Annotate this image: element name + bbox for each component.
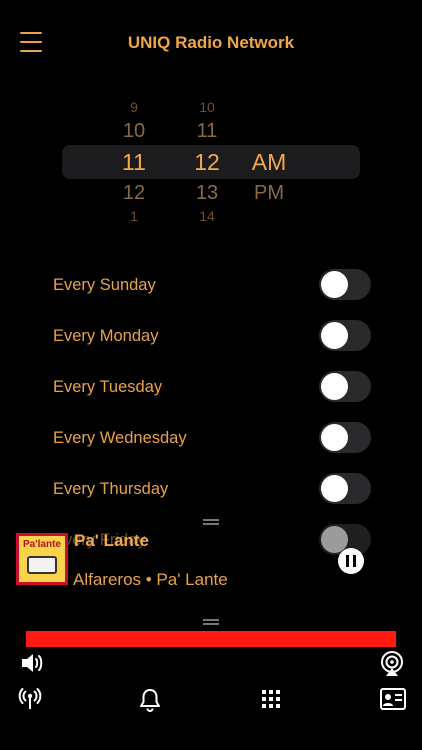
- playback-progress-bar[interactable]: [26, 631, 396, 647]
- player-grabber-lower[interactable]: [203, 619, 219, 625]
- bus-icon: [27, 556, 57, 574]
- hour-option[interactable]: 12: [114, 182, 154, 205]
- hour-option[interactable]: 1: [114, 208, 154, 224]
- airplay-icon[interactable]: [378, 650, 406, 678]
- day-label: Every Thursday: [53, 480, 169, 498]
- hour-option[interactable]: 9: [114, 99, 154, 115]
- bell-icon[interactable]: [139, 688, 161, 712]
- minute-option[interactable]: 10: [187, 99, 227, 115]
- day-label: Every Monday: [53, 327, 159, 345]
- speaker-icon[interactable]: [19, 651, 45, 675]
- grid-icon[interactable]: [262, 690, 280, 708]
- day-label: Every Sunday: [53, 276, 156, 294]
- toggle-knob: [321, 322, 348, 349]
- sunday-toggle[interactable]: [319, 269, 371, 300]
- app-title: UNIQ Radio Network: [127, 33, 295, 52]
- album-artwork: Pa'lante: [16, 533, 68, 585]
- toggle-knob: [321, 373, 348, 400]
- tuesday-toggle[interactable]: [319, 371, 371, 402]
- player-grabber[interactable]: [203, 519, 219, 525]
- artwork-logo-text: Pa'lante: [23, 539, 61, 550]
- minute-option[interactable]: 14: [187, 208, 227, 224]
- wednesday-toggle[interactable]: [319, 422, 371, 453]
- pause-button[interactable]: [338, 548, 364, 574]
- monday-toggle[interactable]: [319, 320, 371, 351]
- period-selected[interactable]: AM: [249, 149, 289, 176]
- now-playing-subtitle: Alfareros • Pa' Lante: [73, 570, 228, 589]
- minute-option[interactable]: 13: [187, 182, 227, 205]
- now-playing-title: Pa' Lante: [74, 531, 149, 550]
- minute-selected[interactable]: 12: [187, 149, 227, 176]
- toggle-knob: [321, 271, 348, 298]
- radio-tower-icon[interactable]: [18, 687, 42, 711]
- contact-card-icon[interactable]: [380, 688, 406, 710]
- toggle-knob: [321, 424, 348, 451]
- hour-option[interactable]: 10: [114, 120, 154, 143]
- period-option[interactable]: PM: [249, 182, 289, 205]
- toggle-knob: [321, 475, 348, 502]
- hour-selected[interactable]: 11: [114, 149, 154, 176]
- minute-option[interactable]: 11: [187, 120, 227, 143]
- day-label: Every Tuesday: [53, 378, 163, 396]
- day-label: Every Wednesday: [53, 429, 187, 447]
- thursday-toggle[interactable]: [319, 473, 371, 504]
- progress-fill: [26, 631, 396, 647]
